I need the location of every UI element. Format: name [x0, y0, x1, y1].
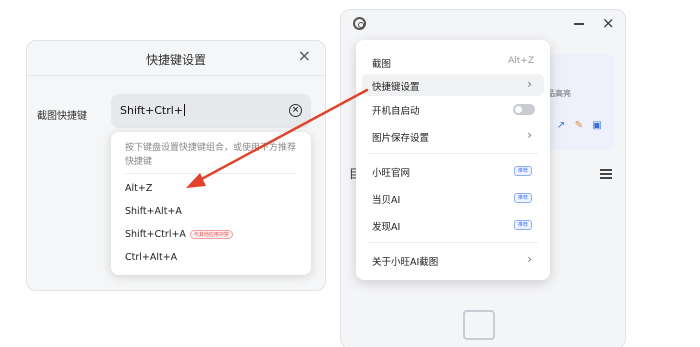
annotation-arrow: [186, 88, 369, 188]
